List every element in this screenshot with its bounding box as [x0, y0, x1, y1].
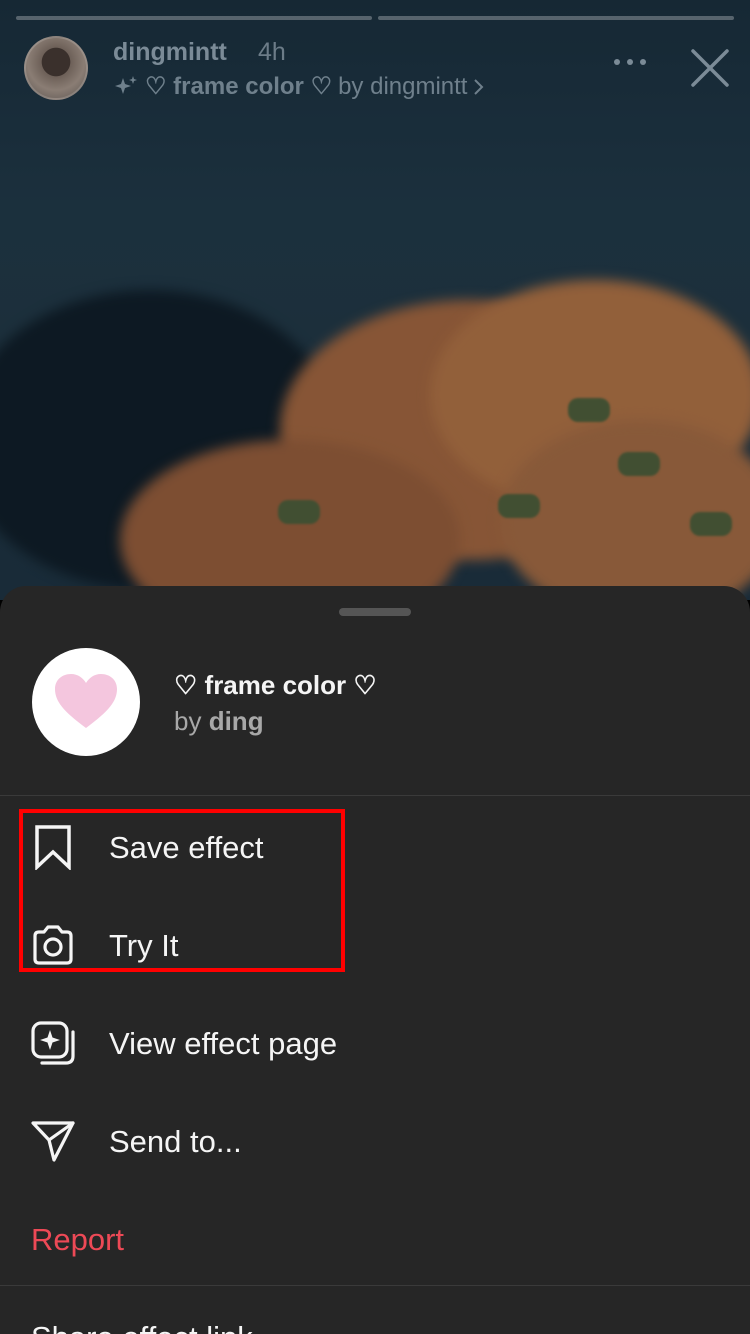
- avatar[interactable]: [24, 36, 88, 100]
- progress-segment: [378, 16, 734, 20]
- close-icon[interactable]: [690, 48, 730, 88]
- menu-item-label: View effect page: [109, 1026, 338, 1061]
- story-effect-link[interactable]: ♡ frame color ♡ by dingmintt: [113, 72, 485, 101]
- effect-page-icon: [31, 1021, 75, 1065]
- effect-by-prefix: by: [174, 706, 202, 736]
- story-effect-by: by dingmintt: [338, 72, 468, 100]
- highlight-annotation: [19, 809, 345, 972]
- chevron-right-icon: [474, 78, 484, 95]
- story-time: 4h: [258, 38, 286, 66]
- more-options-icon[interactable]: [612, 54, 648, 70]
- story-effect-name: ♡ frame color ♡: [145, 73, 333, 100]
- send-icon: [31, 1121, 75, 1162]
- report-button[interactable]: Report: [0, 1188, 750, 1286]
- story-header: dingmintt 4h ♡ frame color ♡ by dingmint…: [24, 36, 734, 106]
- progress-segment: [16, 16, 372, 20]
- report-label: Report: [31, 1222, 125, 1257]
- effect-thumbnail: [32, 648, 140, 756]
- sparkle-icon: [115, 75, 137, 94]
- view-effect-page-button[interactable]: View effect page: [0, 992, 750, 1090]
- effect-byline: by ding: [174, 706, 264, 737]
- share-link-label: Share effect link: [31, 1320, 253, 1334]
- send-to-button[interactable]: Send to...: [0, 1090, 750, 1188]
- effect-author[interactable]: ding: [209, 706, 264, 736]
- effect-title: ♡ frame color ♡: [174, 670, 377, 700]
- menu-item-label: Send to...: [109, 1124, 242, 1159]
- effect-header: ♡ frame color ♡ by ding: [32, 648, 732, 758]
- story-progress: [16, 16, 734, 20]
- sheet-grabber[interactable]: [339, 608, 411, 616]
- share-effect-link-button[interactable]: Share effect link: [0, 1286, 750, 1334]
- heart-icon: [55, 674, 117, 728]
- effect-options-sheet: ♡ frame color ♡ by ding Save effect Try …: [0, 586, 750, 1334]
- story-username[interactable]: dingmintt: [113, 38, 227, 67]
